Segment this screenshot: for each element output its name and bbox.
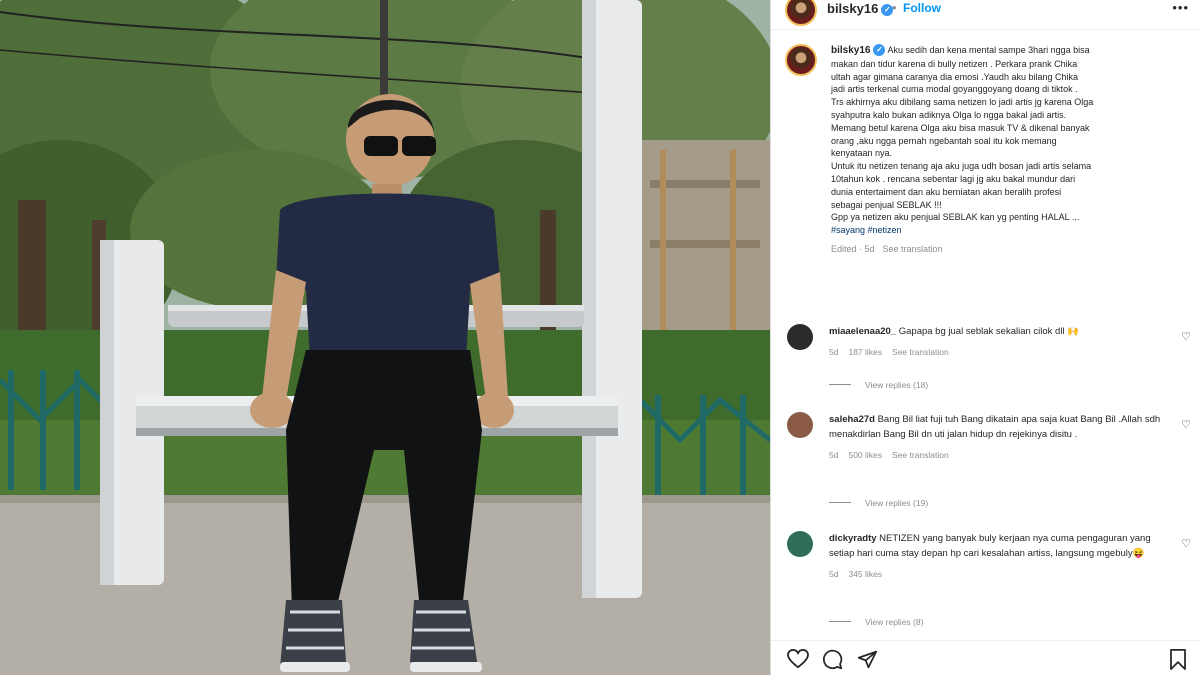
commenter-avatar[interactable] xyxy=(787,412,813,438)
follow-button[interactable]: Follow xyxy=(903,1,941,15)
author-username-header[interactable]: bilsky16 ✓ xyxy=(827,1,894,16)
comment-body: dickyradty NETIZEN yang banyak buly kerj… xyxy=(829,531,1169,582)
bookmark-icon[interactable] xyxy=(1169,649,1187,670)
caption-text: bilsky16 ✓ Aku sedih dan kena mental samp… xyxy=(831,44,1179,256)
comment-body: saleha27d Bang Bil liat fuji tuh Bang di… xyxy=(829,412,1169,463)
commenter-avatar[interactable] xyxy=(787,531,813,557)
caption-line: sebagai penjual SEBLAK !!! xyxy=(831,199,942,210)
see-translation-link[interactable]: See translation xyxy=(883,244,943,254)
caption-line: makan dan tidur karena di bully netizen … xyxy=(831,58,1078,69)
comment-like-heart-icon[interactable]: ♡ xyxy=(1181,418,1191,431)
caption-hashtags[interactable]: #sayang #netizen xyxy=(831,224,1179,237)
caption-line: orang ,aku ngga pernah ngebantah soal it… xyxy=(831,135,1057,146)
caption-line: jadi artis terkenal cuma modal goyanggoy… xyxy=(831,84,1078,95)
share-icon[interactable] xyxy=(857,649,878,670)
caption-line: Memang betul karena Olga aku bisa masuk … xyxy=(831,122,1090,133)
caption-line: Trs akhirnya aku dibilang sama netizen l… xyxy=(831,97,1094,108)
post-side-panel: bilsky16 ✓ • Follow ••• bilsky16 ✓ Aku sed… xyxy=(770,0,1200,675)
more-options-icon[interactable]: ••• xyxy=(1172,0,1189,15)
comment-username[interactable]: miaaelenaa20_ xyxy=(829,326,896,337)
photo-scene xyxy=(0,0,770,675)
caption-line: Gpp ya netizen aku penjual SEBLAK kan yg… xyxy=(831,212,1080,223)
replies-divider-line xyxy=(829,502,851,503)
caption-username[interactable]: bilsky16 xyxy=(831,45,870,56)
comment-username[interactable]: saleha27d xyxy=(829,414,875,425)
comment-meta: 5d 187 likes See translation xyxy=(829,345,1169,360)
view-replies-link[interactable]: View replies (8) xyxy=(829,617,923,627)
caption-line: kenyataan nya. xyxy=(831,148,893,159)
comment-likes[interactable]: 345 likes xyxy=(848,569,882,579)
comment-meta: 5d 500 likes See translation xyxy=(829,448,1169,463)
commenter-avatar[interactable] xyxy=(787,324,813,350)
caption-line: 10tahun kok . rencana sebentar lagi jg a… xyxy=(831,173,1076,184)
caption-line: Aku sedih dan kena mental sampe 3hari ng… xyxy=(887,45,1090,55)
comment-time: 5d xyxy=(829,347,839,357)
view-replies-label[interactable]: View replies (18) xyxy=(865,380,928,390)
caption-line: syahputra kalo bukan adiknya Olga lo ngg… xyxy=(831,109,1067,120)
comment-body: miaaelenaa20_ Gapapa bg jual seblak seka… xyxy=(829,324,1169,360)
comment-likes[interactable]: 187 likes xyxy=(848,347,882,357)
separator-dot: • xyxy=(892,0,897,15)
caption-line: Untuk itu netizen tenang aja aku juga ud… xyxy=(831,161,1092,172)
comment-like-heart-icon[interactable]: ♡ xyxy=(1181,330,1191,343)
comment-meta: 5d 345 likes xyxy=(829,567,1169,582)
comment-likes[interactable]: 500 likes xyxy=(848,450,882,460)
comment-text: NETIZEN yang banyak buly kerjaan nya cum… xyxy=(829,533,1151,559)
see-translation-link[interactable]: See translation xyxy=(892,347,949,357)
view-replies-label[interactable]: View replies (8) xyxy=(865,617,923,627)
comment-time: 5d xyxy=(829,569,839,579)
heart-icon[interactable] xyxy=(787,649,809,669)
see-translation-link[interactable]: See translation xyxy=(892,450,949,460)
view-replies-link[interactable]: View replies (19) xyxy=(829,498,928,508)
caption-verified-icon: ✓ xyxy=(873,44,886,56)
post-photo xyxy=(0,0,770,675)
replies-divider-line xyxy=(829,621,851,622)
caption-meta: Edited · 5d See translation xyxy=(831,243,1179,256)
comment-text: Gapapa bg jual seblak sekalian cilok dll… xyxy=(898,326,1080,337)
post-actions-bar xyxy=(771,640,1200,675)
comment-username[interactable]: dickyradty xyxy=(829,533,877,544)
replies-divider-line xyxy=(829,384,851,385)
view-replies-label[interactable]: View replies (19) xyxy=(865,498,928,508)
comment-like-heart-icon[interactable]: ♡ xyxy=(1181,537,1191,550)
view-replies-link[interactable]: View replies (18) xyxy=(829,380,928,390)
author-avatar[interactable] xyxy=(785,0,817,26)
post-header: bilsky16 ✓ • Follow ••• xyxy=(771,0,1200,30)
comment-time: 5d xyxy=(829,450,839,460)
edited-timestamp: Edited · 5d xyxy=(831,243,875,254)
caption-line: dunia entertaiment dan aku berniatan aka… xyxy=(831,186,1062,197)
comment-icon[interactable] xyxy=(822,649,843,670)
comment-text: Bang Bil liat fuji tuh Bang dikatain apa… xyxy=(829,414,1161,440)
author-username[interactable]: bilsky16 xyxy=(827,1,878,16)
caption-author-avatar[interactable] xyxy=(785,44,817,76)
caption-line: ultah agar gimana caranya dia emosi .Yau… xyxy=(831,71,1078,82)
